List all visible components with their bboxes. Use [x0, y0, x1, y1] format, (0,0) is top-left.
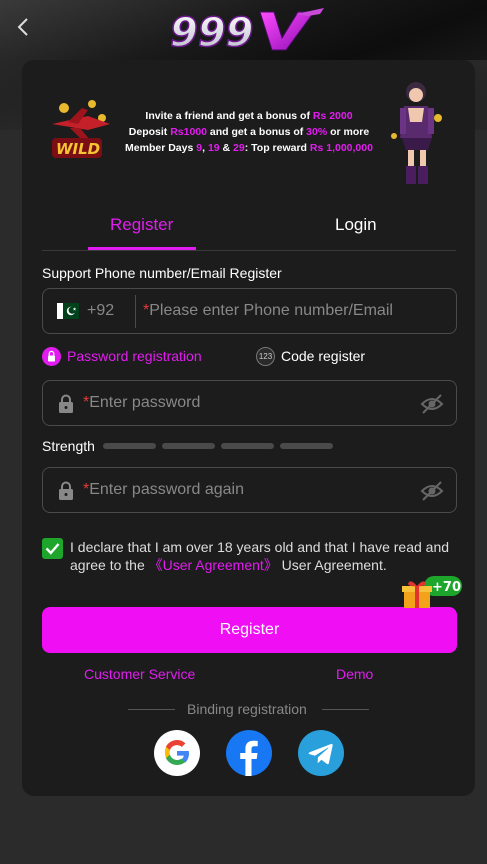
telegram-login-button[interactable] [298, 730, 344, 776]
tab-login[interactable]: Login [335, 215, 377, 235]
svg-text:+70: +70 [432, 580, 461, 595]
eye-off-icon[interactable] [420, 393, 444, 415]
google-login-button[interactable] [154, 730, 200, 776]
binding-registration-label: Binding registration [187, 701, 307, 717]
svg-text:999: 999 [170, 10, 254, 54]
binding-divider-left [128, 709, 175, 710]
telegram-icon [308, 743, 333, 765]
country-code[interactable]: +92 [87, 302, 114, 320]
lock-icon [59, 481, 73, 500]
active-tab-indicator [88, 247, 196, 250]
tab-register[interactable]: Register [110, 215, 173, 235]
svg-text:WILD: WILD [56, 140, 100, 158]
demo-link[interactable]: Demo [336, 666, 373, 682]
eye-off-icon[interactable] [420, 480, 444, 502]
numeric-code-icon: 123 [256, 347, 275, 366]
brand-logo: 999 [169, 8, 324, 54]
strength-bar [103, 443, 156, 449]
promo-banner[interactable]: WILD Invite a friend and get a bonus of … [22, 70, 475, 190]
plane-wild-icon: WILD [52, 100, 110, 158]
strength-label: Strength [42, 438, 95, 454]
password-registration-label: Password registration [67, 348, 202, 364]
mascot-character [391, 82, 442, 184]
lock-icon [59, 394, 73, 413]
password-placeholder: *Enter password [83, 394, 201, 411]
strength-bar [221, 443, 274, 449]
checkmark-icon [45, 543, 60, 555]
strength-bar [280, 443, 333, 449]
confirm-password-field[interactable]: *Enter password again [42, 467, 457, 513]
phone-placeholder: *Please enter Phone number/Email [143, 302, 393, 319]
confirm-password-placeholder: *Enter password again [83, 481, 244, 498]
agreement-checkbox[interactable] [42, 538, 63, 559]
register-button[interactable]: Register [42, 607, 457, 653]
facebook-login-button[interactable] [226, 730, 272, 776]
field-divider [135, 295, 136, 328]
customer-service-link[interactable]: Customer Service [84, 666, 195, 682]
pakistan-flag-icon[interactable] [57, 303, 79, 319]
phone-email-field[interactable]: +92 *Please enter Phone number/Email [42, 288, 457, 334]
google-icon [164, 740, 189, 765]
banner-text: Invite a friend and get a bonus of Rs 20… [125, 110, 373, 154]
back-arrow-icon[interactable] [14, 16, 34, 38]
age-declaration: I declare that I am over 18 years old an… [70, 539, 450, 573]
lock-circle-icon [42, 347, 61, 366]
gift-bonus-icon: +70 [402, 576, 462, 608]
facebook-icon [240, 740, 258, 776]
user-agreement-link[interactable]: 《User Agreement》 [149, 557, 278, 573]
support-label: Support Phone number/Email Register [42, 265, 282, 281]
auth-tabs: Register Login [42, 205, 456, 251]
binding-divider-right [322, 709, 369, 710]
password-field[interactable]: *Enter password [42, 380, 457, 426]
code-register-label: Code register [281, 348, 366, 364]
strength-bar [162, 443, 215, 449]
